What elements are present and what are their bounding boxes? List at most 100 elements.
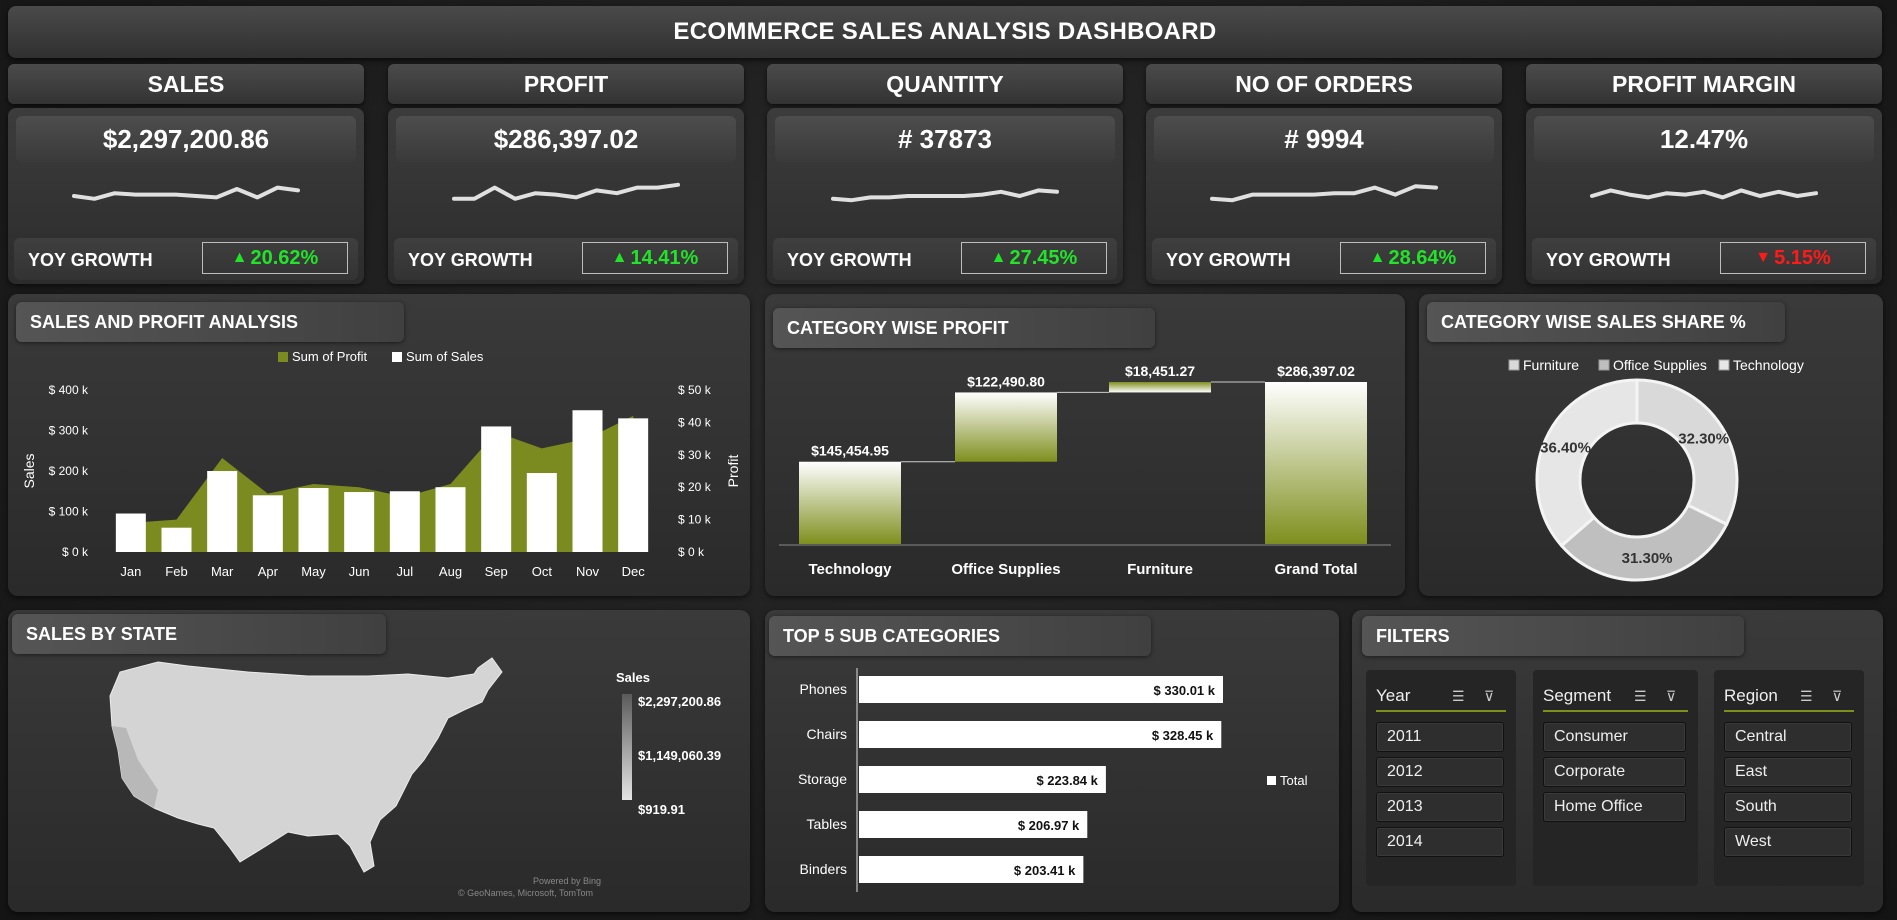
profit-area bbox=[117, 415, 647, 552]
clear-filter-icon[interactable]: ⊽ bbox=[1484, 688, 1504, 706]
sparkline-path bbox=[1210, 184, 1438, 203]
y2-axis-label: Profit bbox=[725, 455, 741, 488]
slicer-title: Region bbox=[1724, 686, 1778, 705]
x-tick-label: Feb bbox=[165, 564, 187, 579]
slicer-item[interactable]: 2012 bbox=[1376, 757, 1504, 787]
slicer-header: Year ☰ ⊽ bbox=[1376, 684, 1506, 712]
legend-label: Technology bbox=[1733, 357, 1804, 373]
hbar-category-label: Storage bbox=[798, 771, 847, 787]
slicer-item[interactable]: 2011 bbox=[1376, 722, 1504, 752]
slicer-item[interactable]: Consumer bbox=[1543, 722, 1686, 752]
clear-filter-icon[interactable]: ⊽ bbox=[1666, 688, 1686, 706]
triangle-up-icon: ▲ bbox=[1369, 249, 1386, 266]
waterfall-data-label: $122,490.80 bbox=[967, 373, 1045, 389]
hbar-data-label: $ 203.41 k bbox=[1014, 863, 1076, 878]
slicer-item[interactable]: South bbox=[1724, 792, 1852, 822]
sales-state-panel: SALES BY STATE Sales $2,297,200.86 $1,14… bbox=[8, 610, 750, 912]
waterfall-data-label: $18,451.27 bbox=[1125, 363, 1195, 379]
kpi-header-1: PROFIT bbox=[388, 64, 744, 104]
x-tick-label: Sep bbox=[485, 564, 508, 579]
waterfall-bar bbox=[1109, 382, 1211, 393]
x-tick-label: Nov bbox=[576, 564, 600, 579]
slicer-item[interactable]: Central bbox=[1724, 722, 1852, 752]
x-tick-label: Jan bbox=[120, 564, 141, 579]
slicer-year: Year ☰ ⊽ 2011 2012 2013 2014 bbox=[1366, 670, 1516, 886]
clear-filter-icon[interactable]: ⊽ bbox=[1832, 688, 1852, 706]
sales-bar bbox=[161, 527, 192, 552]
hbar-data-label: $ 330.01 k bbox=[1154, 683, 1216, 698]
sales-bar bbox=[481, 426, 512, 552]
hbar-data-label: $ 223.84 k bbox=[1036, 773, 1098, 788]
legend-swatch-total bbox=[1267, 776, 1276, 785]
legend-label-profit: Sum of Profit bbox=[292, 349, 368, 364]
y2-tick-label: $ 50 k bbox=[678, 383, 712, 397]
multi-select-icon[interactable]: ☰ bbox=[1800, 688, 1820, 706]
legend-swatch-profit bbox=[278, 352, 288, 362]
legend-label-total: Total bbox=[1280, 773, 1308, 788]
legend-swatch bbox=[1718, 359, 1730, 371]
slicer-header: Region ☰ ⊽ bbox=[1724, 684, 1854, 712]
multi-select-icon[interactable]: ☰ bbox=[1452, 688, 1472, 706]
kpi-sparkline bbox=[452, 182, 680, 201]
donut-data-label: 36.40% bbox=[1540, 439, 1591, 456]
slicer-item[interactable]: Corporate bbox=[1543, 757, 1686, 787]
top5-panel: TOP 5 SUB CATEGORIES Phones $ 330.01 k Cha… bbox=[765, 610, 1339, 912]
sales-bar bbox=[344, 492, 375, 552]
slicer-title: Year bbox=[1376, 686, 1411, 705]
y-tick-label: $ 300 k bbox=[49, 424, 89, 438]
triangle-up-icon: ▲ bbox=[231, 249, 248, 266]
category-profit-chart: $145,454.95 Technology $122,490.80 Office S… bbox=[779, 363, 1391, 578]
map-credit-sources: © GeoNames, Microsoft, TomTom bbox=[458, 888, 593, 898]
kpi-sparkline bbox=[1210, 184, 1438, 203]
kpi-header-4: PROFIT MARGIN bbox=[1526, 64, 1882, 104]
waterfall-bar bbox=[1265, 382, 1367, 544]
sales-bar bbox=[389, 491, 420, 552]
legend-label: Office Supplies bbox=[1613, 357, 1707, 373]
kpi-yoy-row: YOY GROWTH ▲ 28.64% bbox=[1152, 238, 1496, 280]
dashboard-title: ECOMMERCE SALES ANALYSIS DASHBOARD bbox=[8, 6, 1882, 58]
kpi-yoy-row: YOY GROWTH ▲ 14.41% bbox=[394, 238, 738, 280]
y2-tick-label: $ 10 k bbox=[678, 513, 712, 527]
x-tick-label: May bbox=[301, 564, 326, 579]
yoy-label: YOY GROWTH bbox=[1166, 250, 1291, 270]
sparkline-path bbox=[1590, 188, 1818, 200]
yoy-percent: 5.15% bbox=[1774, 246, 1831, 269]
hbar-data-label: $ 206.97 k bbox=[1018, 818, 1080, 833]
slicer-item[interactable]: 2014 bbox=[1376, 827, 1504, 857]
slicer-header: Segment ☰ ⊽ bbox=[1543, 684, 1688, 712]
multi-select-icon[interactable]: ☰ bbox=[1634, 688, 1654, 706]
kpi-yoy-row: YOY GROWTH ▲ 20.62% bbox=[14, 238, 358, 280]
kpi-header-0: SALES bbox=[8, 64, 364, 104]
donut-data-label: 32.30% bbox=[1678, 431, 1729, 448]
slicer-item[interactable]: 2013 bbox=[1376, 792, 1504, 822]
y-tick-label: $ 0 k bbox=[62, 545, 89, 559]
sparkline-path bbox=[831, 188, 1059, 203]
legend-swatch-sales bbox=[392, 352, 402, 362]
yoy-percent: 27.45% bbox=[1009, 246, 1078, 269]
yoy-value: ▲ 27.45% bbox=[961, 242, 1107, 274]
kpi-sparkline bbox=[1590, 188, 1818, 200]
hbar-category-label: Tables bbox=[807, 816, 847, 832]
legend-label: Furniture bbox=[1523, 357, 1579, 373]
kpi-yoy-row: YOY GROWTH ▼ 5.15% bbox=[1532, 238, 1876, 280]
slicer-item[interactable]: East bbox=[1724, 757, 1852, 787]
slicer-item[interactable]: Home Office bbox=[1543, 792, 1686, 822]
x-tick-label: Oct bbox=[532, 564, 553, 579]
map-legend-gradient bbox=[622, 694, 632, 800]
waterfall-category-label: Grand Total bbox=[1274, 561, 1357, 578]
map-legend-mid: $1,149,060.39 bbox=[638, 748, 722, 763]
slicer-item[interactable]: West bbox=[1724, 827, 1852, 857]
kpi-sparkline bbox=[72, 185, 300, 201]
slicer-segment: Segment ☰ ⊽ Consumer Corporate Home Office bbox=[1533, 670, 1698, 886]
yoy-label: YOY GROWTH bbox=[787, 250, 912, 270]
legend-label-sales: Sum of Sales bbox=[406, 349, 484, 364]
category-share-chart: Furniture Office Supplies Technology 32.30%… bbox=[1508, 357, 1804, 582]
waterfall-data-label: $286,397.02 bbox=[1277, 363, 1355, 379]
map-legend-max: $2,297,200.86 bbox=[638, 694, 722, 709]
hbar-category-label: Chairs bbox=[807, 726, 847, 742]
slicer-region: Region ☰ ⊽ Central East South West bbox=[1714, 670, 1864, 886]
yoy-label: YOY GROWTH bbox=[408, 250, 533, 270]
us-map-shape bbox=[109, 657, 503, 873]
kpi-card-0: $2,297,200.86 YOY GROWTH ▲ 20.62% bbox=[8, 108, 364, 284]
waterfall-category-label: Technology bbox=[808, 561, 892, 578]
